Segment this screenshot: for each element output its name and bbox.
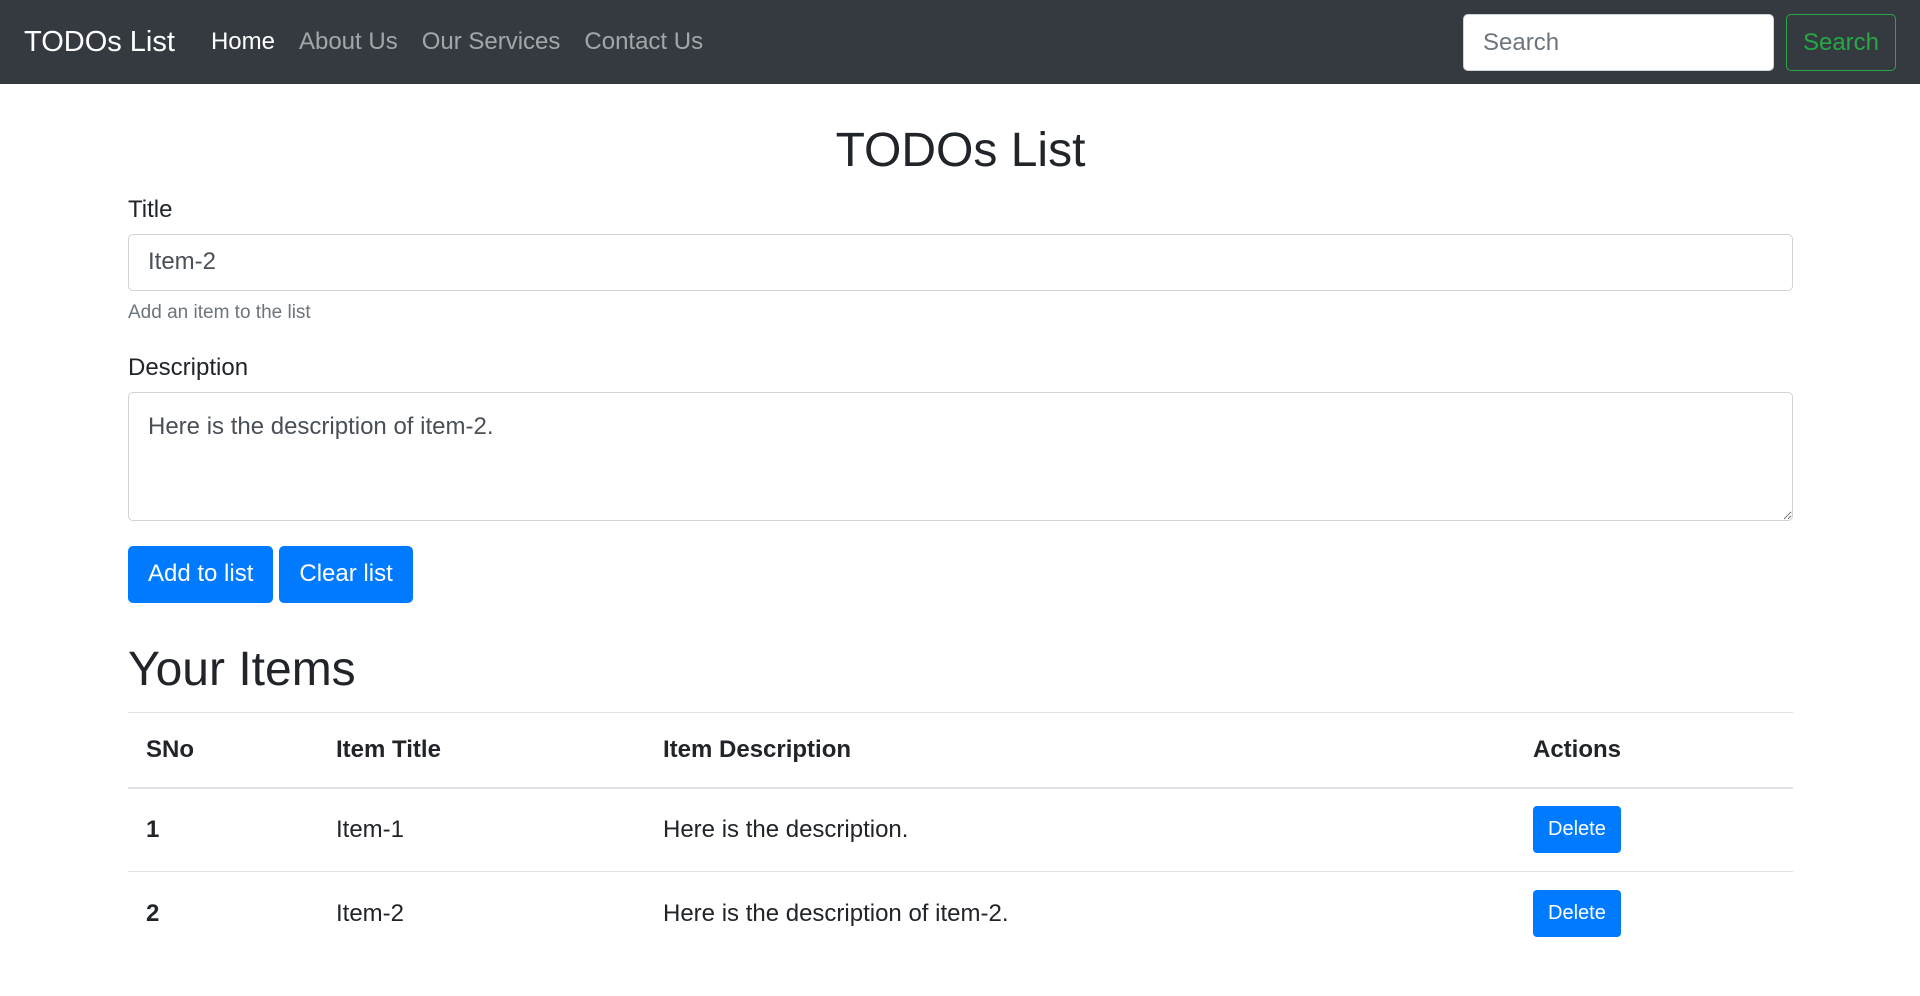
table-row: 1 Item-1 Here is the description. Delete — [128, 788, 1793, 872]
column-header-sno: SNo — [128, 712, 318, 789]
nav-links: Home About Us Our Services Contact Us — [211, 28, 727, 56]
search-button[interactable]: Search — [1786, 14, 1896, 71]
form-buttons: Add to list Clear list — [128, 545, 1793, 603]
title-input[interactable] — [128, 233, 1793, 291]
navbar: TODOs List Home About Us Our Services Co… — [0, 0, 1920, 84]
clear-list-button[interactable]: Clear list — [279, 545, 413, 603]
title-help-text: Add an item to the list — [128, 301, 311, 323]
row-actions: Delete — [1515, 871, 1793, 956]
row-actions: Delete — [1515, 788, 1793, 872]
table-row: 2 Item-2 Here is the description of item… — [128, 871, 1793, 956]
row-item-title: Item-2 — [318, 871, 645, 956]
delete-button[interactable]: Delete — [1533, 806, 1621, 854]
column-header-actions: Actions — [1515, 712, 1793, 789]
nav-link-about-us[interactable]: About Us — [299, 28, 398, 56]
row-item-description: Here is the description. — [663, 815, 909, 843]
nav-search-form: Search — [1463, 14, 1896, 71]
description-label: Description — [128, 353, 249, 381]
row-item-description: Here is the description of item-2. — [645, 871, 1515, 956]
nav-link-our-services[interactable]: Our Services — [422, 28, 561, 56]
column-header-item-description: Item Description — [645, 712, 1515, 789]
table-header-row: SNo Item Title Item Description Actions — [128, 712, 1793, 789]
items-heading: Your Items — [128, 642, 356, 696]
row-sno: 1 — [146, 815, 160, 843]
row-item-title: Item-1 — [336, 815, 405, 843]
main-content: TODOs List Title Add an item to the list… — [128, 84, 1793, 956]
items-table: SNo Item Title Item Description Actions … — [128, 712, 1793, 956]
nav-link-home[interactable]: Home — [211, 28, 275, 56]
brand-link[interactable]: TODOs List — [24, 26, 175, 59]
nav-link-contact-us[interactable]: Contact Us — [584, 28, 703, 56]
page-title: TODOs List — [835, 124, 1086, 177]
description-textarea[interactable]: Here is the description of item-2. — [128, 391, 1793, 521]
add-to-list-button[interactable]: Add to list — [128, 545, 274, 603]
search-input[interactable] — [1463, 14, 1774, 71]
title-label: Title — [128, 195, 173, 223]
delete-button[interactable]: Delete — [1533, 890, 1621, 938]
row-sno: 2 — [128, 871, 318, 956]
column-header-item-title: Item Title — [318, 712, 645, 789]
